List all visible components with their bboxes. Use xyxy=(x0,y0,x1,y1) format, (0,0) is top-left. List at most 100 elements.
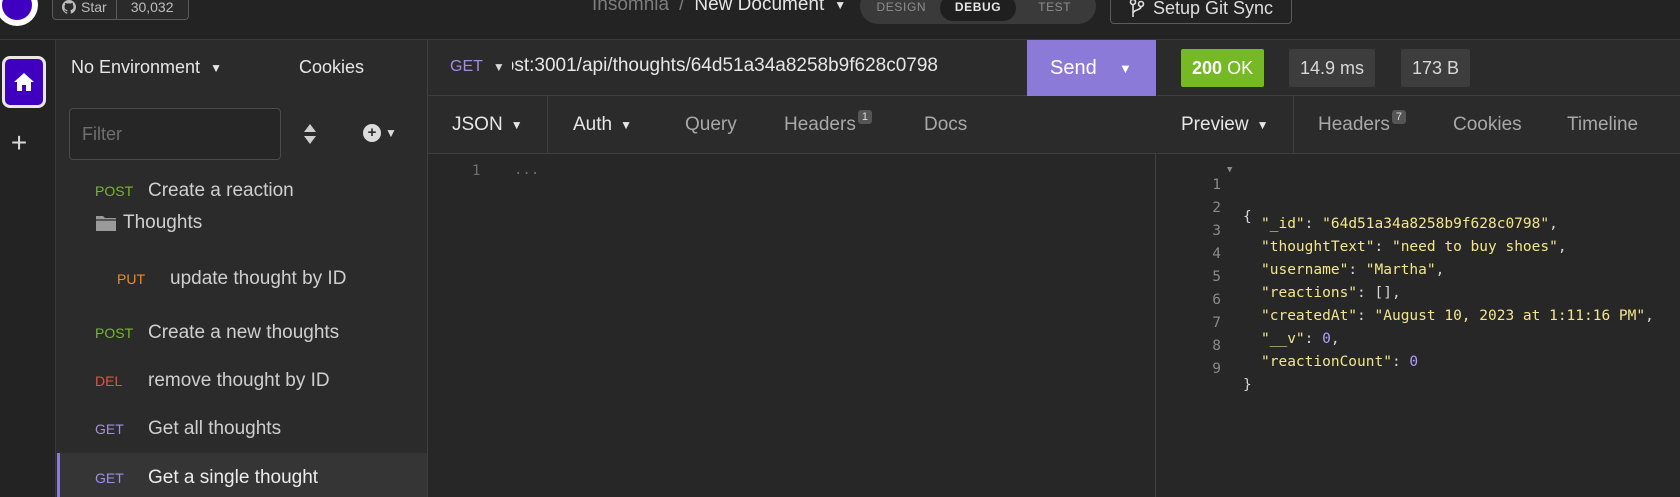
tab-auth[interactable]: Auth ▼ xyxy=(573,96,632,154)
code-text: "__v": 0, xyxy=(1261,331,1340,347)
editor-placeholder: ... xyxy=(514,162,540,178)
fold-toggle-icon[interactable]: ▼ xyxy=(1227,165,1232,175)
breadcrumb-separator: / xyxy=(679,0,685,15)
chevron-down-icon: ▼ xyxy=(210,60,222,75)
list-item[interactable]: POST Create a reaction xyxy=(57,168,427,214)
status-text: OK xyxy=(1227,58,1254,78)
tab-headers[interactable]: Headers 1 xyxy=(784,96,872,154)
request-name: remove thought by ID xyxy=(148,370,330,391)
chevron-down-icon: ▼ xyxy=(510,118,523,132)
response-pane: 200 OK 14.9 ms 173 B Preview ▼ Headers 7 C… xyxy=(1157,40,1680,497)
code-line: 2 "_id": "64d51a34a8258b9f628c0798", xyxy=(1157,184,1558,232)
url-text: localhost:3001/api/thoughts/64d51a34a825… xyxy=(512,55,938,76)
code-text: } xyxy=(1243,377,1252,393)
request-pane: GET ▼ localhost:3001/api/thoughts/64d51a… xyxy=(428,40,1156,497)
folder-icon xyxy=(96,216,116,231)
method-badge: DEL xyxy=(95,373,123,389)
list-item[interactable]: DEL remove thought by ID xyxy=(57,358,427,404)
breadcrumb-workspace[interactable]: Insomnia xyxy=(592,0,669,16)
request-tabs: JSON ▼ Auth ▼ Query Headers 1 Docs xyxy=(428,96,1156,154)
home-button[interactable] xyxy=(2,56,46,108)
response-body-viewer[interactable]: 1 ▼ { 2 "_id": "64d51a34a8258b9f628c0798… xyxy=(1157,154,1680,497)
add-request-dropdown[interactable]: + ▼ xyxy=(363,124,397,142)
headers-count-badge: 1 xyxy=(857,110,872,124)
filter-input[interactable] xyxy=(69,108,281,160)
sort-icon[interactable] xyxy=(302,122,318,146)
github-icon xyxy=(62,0,76,14)
method-label: GET xyxy=(450,58,483,75)
insomnia-logo[interactable] xyxy=(0,0,38,26)
method-badge: GET xyxy=(95,421,124,437)
mode-switcher: DESIGN DEBUG TEST xyxy=(860,0,1096,24)
method-dropdown[interactable]: GET ▼ xyxy=(450,58,505,76)
send-button[interactable]: Send ▼ xyxy=(1027,40,1156,96)
tab-response-headers[interactable]: Headers 7 xyxy=(1318,96,1406,154)
cookies-button[interactable]: Cookies xyxy=(299,57,364,78)
chevron-down-icon[interactable]: ▼ xyxy=(1119,61,1132,76)
list-item[interactable]: PUT update thought by ID xyxy=(117,256,346,302)
url-input[interactable]: localhost:3001/api/thoughts/64d51a34a825… xyxy=(512,55,938,77)
request-body-editor[interactable]: 1 ... xyxy=(428,154,1156,497)
tab-response-cookies[interactable]: Cookies xyxy=(1453,96,1522,154)
tab-label: Auth xyxy=(573,114,613,135)
code-text: "reactionCount": 0 xyxy=(1261,354,1419,370)
code-line: 3 "thoughtText": "need to buy shoes", xyxy=(1157,207,1566,255)
breadcrumb-document[interactable]: New Document xyxy=(694,0,824,16)
tab-body-json[interactable]: JSON ▼ xyxy=(428,96,548,154)
code-line: 4 "username": "Martha", xyxy=(1157,230,1444,278)
url-bar: GET ▼ localhost:3001/api/thoughts/64d51a… xyxy=(428,40,1156,96)
code-text: "reactions": [], xyxy=(1261,285,1401,301)
chevron-down-icon: ▼ xyxy=(492,60,505,74)
list-item[interactable]: POST Create a new thoughts xyxy=(57,310,427,356)
json-reactioncount-value: 0 xyxy=(1409,354,1419,370)
code-line: 1 ▼ { xyxy=(1157,161,1251,225)
tab-docs[interactable]: Docs xyxy=(924,96,967,154)
code-text: "_id": "64d51a34a8258b9f628c0798", xyxy=(1261,216,1558,232)
mode-design-tab[interactable]: DESIGN xyxy=(863,0,940,21)
code-text: { xyxy=(1243,209,1252,225)
mode-debug-tab[interactable]: DEBUG xyxy=(939,0,1017,21)
environment-dropdown[interactable]: No Environment ▼ xyxy=(71,57,222,78)
github-star-count[interactable]: 30,032 xyxy=(117,0,188,19)
response-tabs: Preview ▼ Headers 7 Cookies Timeline xyxy=(1157,96,1680,154)
plus-circle-icon: + xyxy=(363,124,381,142)
home-icon xyxy=(14,73,34,91)
list-item-active[interactable]: GET Get a single thought xyxy=(57,453,427,497)
json-username-value: Martha xyxy=(1374,262,1427,278)
tab-preview[interactable]: Preview ▼ xyxy=(1157,96,1294,154)
json-thoughttext-value: need to buy shoes xyxy=(1400,239,1550,255)
json-id-value: 64d51a34a8258b9f628c0798 xyxy=(1330,216,1541,232)
response-time-badge: 14.9 ms xyxy=(1289,49,1376,87)
folder-thoughts[interactable]: Thoughts xyxy=(95,212,202,234)
tab-query[interactable]: Query xyxy=(685,96,737,154)
add-workspace-icon[interactable]: + xyxy=(4,128,34,158)
chevron-down-icon[interactable]: ▼ xyxy=(834,0,846,12)
method-badge: PUT xyxy=(117,271,145,287)
code-line: 9 } xyxy=(1157,345,1251,393)
line-number: 1 xyxy=(472,163,481,179)
mode-test-tab[interactable]: TEST xyxy=(1016,0,1093,21)
code-line: 8 "reactionCount": 0 xyxy=(1157,322,1418,370)
headers-count-badge: 7 xyxy=(1391,110,1406,124)
git-branch-icon xyxy=(1129,0,1145,17)
request-name: Create a reaction xyxy=(148,180,294,201)
tab-label: Preview xyxy=(1181,114,1249,135)
line-number: 9 xyxy=(1212,361,1221,377)
tab-label: Headers xyxy=(1318,114,1390,135)
chevron-down-icon: ▼ xyxy=(385,126,397,140)
github-star-button[interactable]: Star xyxy=(53,0,117,19)
status-code: 200 xyxy=(1192,58,1223,78)
breadcrumb: Insomnia / New Document ▼ xyxy=(592,0,846,16)
method-badge: GET xyxy=(95,470,124,486)
code-text: "thoughtText": "need to buy shoes", xyxy=(1261,239,1567,255)
request-name: Create a new thoughts xyxy=(148,322,340,343)
left-rail: + xyxy=(0,40,56,497)
environment-row: No Environment ▼ Cookies xyxy=(57,40,427,96)
github-star-widget[interactable]: Star 30,032 xyxy=(52,0,189,20)
tab-timeline[interactable]: Timeline xyxy=(1567,96,1638,154)
tab-label: JSON xyxy=(452,114,503,135)
json-v-value: 0 xyxy=(1322,331,1331,347)
list-item[interactable]: GET Get all thoughts xyxy=(57,406,427,452)
method-badge: POST xyxy=(95,325,134,341)
setup-git-sync-button[interactable]: Setup Git Sync xyxy=(1110,0,1293,24)
